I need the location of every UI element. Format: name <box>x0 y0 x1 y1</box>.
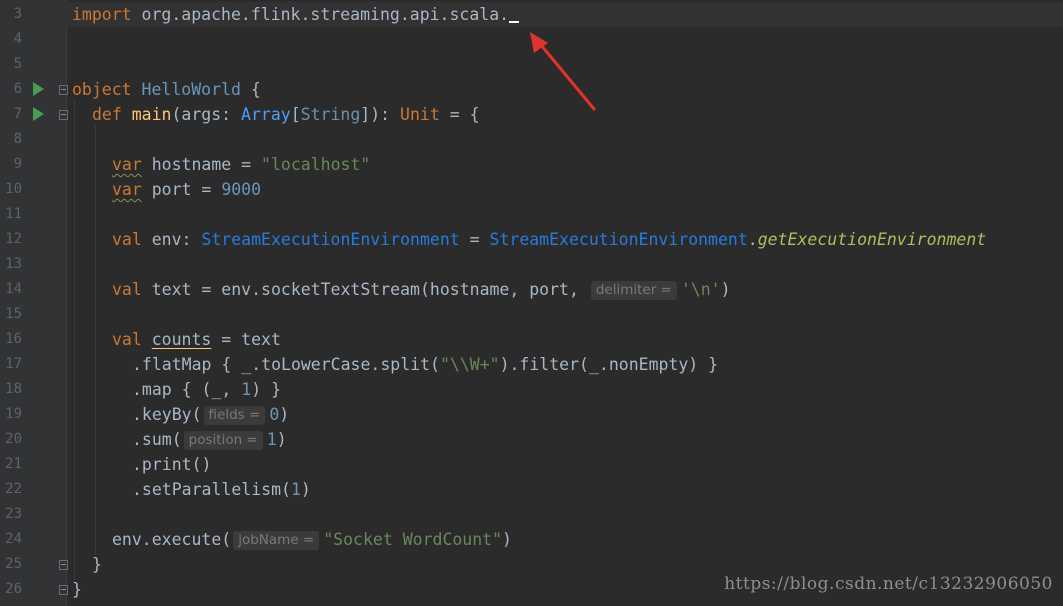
line-number: 21 <box>5 456 22 472</box>
code-text[interactable]: env.execute(jobName = "Socket WordCount") <box>112 527 512 552</box>
line-number: 23 <box>5 506 22 522</box>
line-number: 11 <box>5 206 22 222</box>
code-text[interactable]: .sum(position = 1) <box>132 427 287 452</box>
parameter-hint: jobName = <box>233 531 320 550</box>
code-line-19[interactable]: 19 .keyBy(fields = 0) <box>0 402 1063 427</box>
fold-icon[interactable] <box>59 110 68 120</box>
code-text[interactable]: .keyBy(fields = 0) <box>132 402 289 427</box>
code-text[interactable]: var port = 9000 <box>112 177 261 202</box>
line-number: 8 <box>13 131 22 147</box>
code-line-3[interactable]: 3 import org.apache.flink.streaming.api.… <box>0 2 1063 27</box>
line-number: 16 <box>5 331 22 347</box>
line-number: 17 <box>5 356 22 372</box>
line-number: 12 <box>5 231 22 247</box>
code-line-20[interactable]: 20 .sum(position = 1) <box>0 427 1063 452</box>
line-number: 5 <box>13 56 22 72</box>
code-line-11[interactable]: 11 <box>0 202 1063 227</box>
code-line-21[interactable]: 21 .print() <box>0 452 1063 477</box>
code-line-8[interactable]: 8 <box>0 127 1063 152</box>
code-line-17[interactable]: 17 .flatMap { _.toLowerCase.split("\\W+"… <box>0 352 1063 377</box>
code-text[interactable]: val text = env.socketTextStream(hostname… <box>112 277 731 302</box>
code-text[interactable]: } <box>92 552 102 577</box>
line-number: 22 <box>5 481 22 497</box>
line-number: 20 <box>5 431 22 447</box>
line-number: 3 <box>13 6 22 22</box>
code-text[interactable]: val counts = text <box>112 327 281 352</box>
code-text[interactable]: import org.apache.flink.streaming.api.sc… <box>72 2 520 27</box>
line-number: 26 <box>5 581 22 597</box>
fold-icon[interactable] <box>59 585 68 595</box>
line-number: 15 <box>5 306 22 322</box>
code-line-18[interactable]: 18 .map { (_, 1) } <box>0 377 1063 402</box>
code-line-16[interactable]: 16 val counts = text <box>0 327 1063 352</box>
line-number: 10 <box>5 181 22 197</box>
code-text[interactable]: .setParallelism(1) <box>132 477 311 502</box>
code-line-13[interactable]: 13 <box>0 252 1063 277</box>
code-text[interactable]: def main(args: Array[String]): Unit = { <box>92 102 480 127</box>
line-number: 19 <box>5 406 22 422</box>
code-editor[interactable]: 3 import org.apache.flink.streaming.api.… <box>0 0 1063 606</box>
line-number: 4 <box>13 31 22 47</box>
parameter-hint: fields = <box>203 406 266 425</box>
parameter-hint: position = <box>183 431 263 450</box>
code-text[interactable]: .print() <box>132 452 211 477</box>
code-text[interactable]: .flatMap { _.toLowerCase.split("\\W+").f… <box>132 352 718 377</box>
line-number: 14 <box>5 281 22 297</box>
code-line-22[interactable]: 22 .setParallelism(1) <box>0 477 1063 502</box>
code-line-14[interactable]: 14 val text = env.socketTextStream(hostn… <box>0 277 1063 302</box>
code-line-9[interactable]: 9 var hostname = "localhost" <box>0 152 1063 177</box>
fold-icon[interactable] <box>59 85 68 95</box>
code-line-15[interactable]: 15 <box>0 302 1063 327</box>
code-line-24[interactable]: 24 env.execute(jobName = "Socket WordCoun… <box>0 527 1063 552</box>
line-number: 25 <box>5 556 22 572</box>
code-text[interactable]: } <box>72 577 82 602</box>
text-cursor <box>509 2 520 23</box>
line-number: 18 <box>5 381 22 397</box>
code-line-10[interactable]: 10 var port = 9000 <box>0 177 1063 202</box>
line-number: 13 <box>5 256 22 272</box>
parameter-hint: delimiter = <box>590 281 677 300</box>
line-number: 9 <box>13 156 22 172</box>
code-line-12[interactable]: 12 val env: StreamExecutionEnvironment =… <box>0 227 1063 252</box>
run-icon[interactable] <box>33 107 44 121</box>
run-icon[interactable] <box>33 82 44 96</box>
code-text[interactable]: var hostname = "localhost" <box>112 152 370 177</box>
code-text[interactable]: object HelloWorld { <box>72 77 261 102</box>
watermark: https://blog.csdn.net/c13232906050 <box>724 574 1053 594</box>
code-line-23[interactable]: 23 <box>0 502 1063 527</box>
fold-icon[interactable] <box>59 560 68 570</box>
line-number: 7 <box>13 106 22 122</box>
annotation-arrow <box>530 32 596 111</box>
line-number: 6 <box>13 81 22 97</box>
line-number: 24 <box>5 531 22 547</box>
code-text[interactable]: .map { (_, 1) } <box>132 377 281 402</box>
code-text[interactable]: val env: StreamExecutionEnvironment = St… <box>112 227 986 252</box>
